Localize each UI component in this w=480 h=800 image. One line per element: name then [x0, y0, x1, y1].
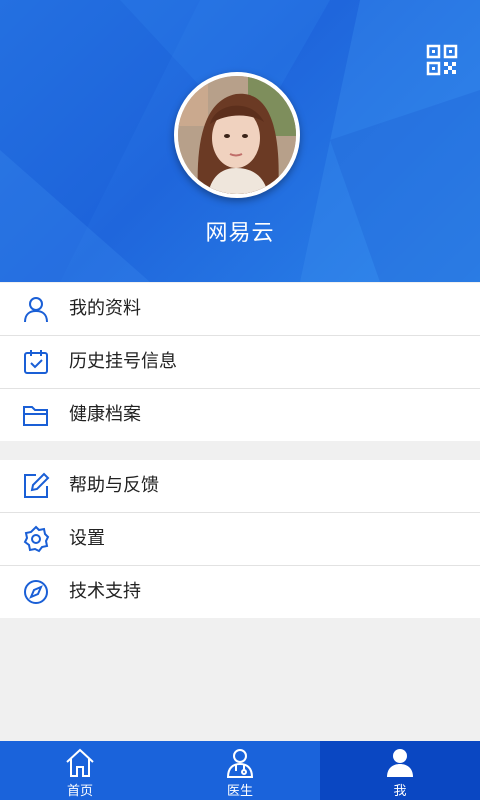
- folder-icon: [23, 406, 48, 426]
- menu-item-label: 设置: [69, 528, 105, 549]
- home-icon: [66, 748, 94, 777]
- gear-icon: [23, 525, 50, 553]
- menu-item-settings[interactable]: 设置: [0, 513, 480, 566]
- bottom-tab-bar: 首页 医生 我: [0, 741, 480, 800]
- menu-group-support: 帮助与反馈 设置 技术支持: [0, 460, 480, 618]
- menu-item-my-profile[interactable]: 我的资料: [0, 283, 480, 336]
- profile-icon: [387, 749, 413, 777]
- menu-item-label: 技术支持: [69, 581, 141, 602]
- qr-code-icon[interactable]: [426, 44, 458, 76]
- username: 网易云: [205, 221, 275, 246]
- person-icon: [24, 297, 48, 323]
- user-avatar[interactable]: [174, 72, 300, 198]
- profile-header: 网易云: [0, 0, 480, 282]
- menu-item-health-records[interactable]: 健康档案: [0, 389, 480, 441]
- tab-label: 首页: [66, 784, 93, 799]
- compass-icon: [24, 580, 48, 604]
- calendar-check-icon: [24, 350, 48, 374]
- doctor-icon: [226, 749, 254, 778]
- menu-item-label: 健康档案: [69, 404, 141, 425]
- tab-me[interactable]: 我: [320, 741, 480, 800]
- menu-item-tech-support[interactable]: 技术支持: [0, 566, 480, 618]
- tab-home[interactable]: 首页: [0, 741, 160, 800]
- menu-item-label: 历史挂号信息: [69, 351, 177, 372]
- menu-group-profile: 我的资料 历史挂号信息 健康档案: [0, 283, 480, 441]
- tab-label: 医生: [226, 784, 253, 799]
- edit-icon: [24, 472, 50, 498]
- tab-label: 我: [393, 784, 407, 799]
- menu-item-label: 帮助与反馈: [69, 475, 159, 496]
- menu-item-help-feedback[interactable]: 帮助与反馈: [0, 460, 480, 513]
- menu-item-registration-history[interactable]: 历史挂号信息: [0, 336, 480, 389]
- menu-item-label: 我的资料: [69, 298, 141, 319]
- tab-doctor[interactable]: 医生: [160, 741, 320, 800]
